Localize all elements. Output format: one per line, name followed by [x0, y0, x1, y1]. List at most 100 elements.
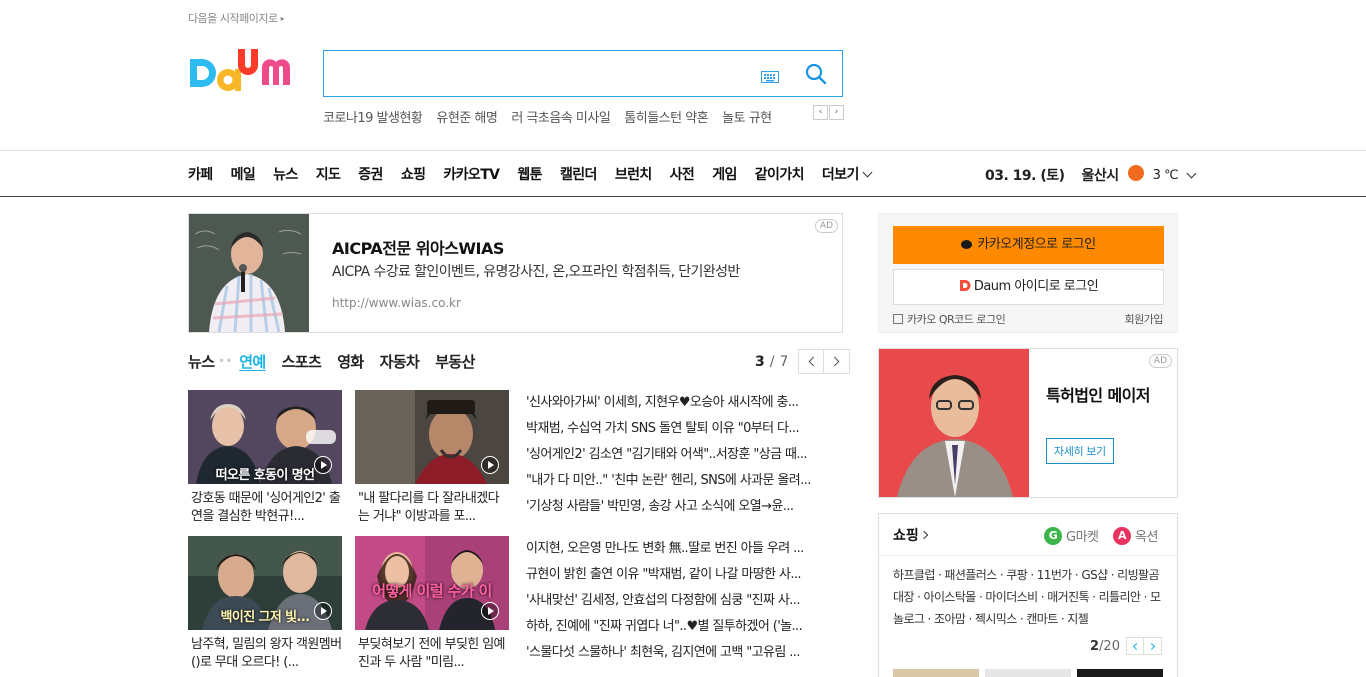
- side-ad-detail-button[interactable]: 자세히 보기: [1046, 438, 1114, 464]
- chevron-left-icon: [1132, 642, 1141, 651]
- nav-cafe[interactable]: 카페: [188, 164, 213, 184]
- nav-kakaotv[interactable]: 카카오TV: [443, 164, 500, 184]
- keyboard-icon[interactable]: [761, 68, 779, 83]
- chevron-right-icon: [829, 356, 840, 367]
- shopping-box: 쇼핑 G G마켓 A 옥션 하프클럽 · 패션플러스 · 쿠팡 · 11번가 · G…: [878, 513, 1178, 677]
- shopping-title: 쇼핑: [893, 528, 919, 544]
- nav-dictionary[interactable]: 사전: [670, 164, 695, 184]
- chevron-down-icon: [1186, 168, 1197, 178]
- service-nav: 카페 메일 뉴스 지도 증권 쇼핑 카카오TV 웹툰 캘린더 브런치 사전 게임…: [188, 164, 873, 184]
- tab-realestate[interactable]: 부동산: [435, 351, 475, 372]
- nav-webtoon[interactable]: 웹툰: [517, 164, 542, 184]
- news-card[interactable]: "내 팔다리를 다 잘라내겠다는 거냐" 이방과를 포...: [355, 390, 509, 526]
- tab-news[interactable]: 뉴스: [188, 351, 215, 372]
- headline-list: '신사와아가씨' 이세희, 지현우♥오승아 새시작에 충... 박재범, 수십억…: [526, 394, 841, 524]
- tab-movie[interactable]: 영화: [337, 351, 364, 372]
- set-start-page-label: 다음을 시작페이지로: [188, 12, 278, 25]
- trend-navigation: ‹ ›: [812, 105, 844, 120]
- nav-more[interactable]: 더보기: [821, 164, 873, 184]
- ad-title: AICPA전문 위아스WIAS: [332, 239, 504, 258]
- news-thumbnail: [355, 390, 509, 484]
- page-separator: /: [769, 353, 775, 370]
- triangle-right-icon: ▸: [280, 14, 285, 23]
- trend-prev-button[interactable]: ‹: [813, 105, 828, 120]
- shopping-prev-button[interactable]: [1125, 637, 1144, 655]
- ad-thumbnail: [189, 214, 309, 332]
- tab-car[interactable]: 자동차: [380, 351, 420, 372]
- news-card[interactable]: 떠오른 호동이 명언 강호동 때문에 '싱어게인2' 출연을 결심한 박현규!.…: [188, 390, 342, 526]
- news-card[interactable]: 백이진 그저 빛... 남주혁, 밀림의 왕자 객원멤버()로 무대 오르다! …: [188, 536, 342, 672]
- news-caption: "내 팔다리를 다 잘라내겠다는 거냐" 이방과를 포...: [358, 491, 500, 524]
- headline-item[interactable]: 규현이 밝힌 출연 이유 "박재범, 같이 나갈 마땅한 사...: [526, 566, 841, 592]
- nav-shopping[interactable]: 쇼핑: [401, 164, 426, 184]
- ad-url: http://www.wias.co.kr: [332, 296, 461, 310]
- nav-news[interactable]: 뉴스: [273, 164, 298, 184]
- chevron-down-icon: [862, 167, 873, 178]
- gmarket-link[interactable]: G G마켓: [1044, 526, 1099, 545]
- headline-item[interactable]: '사내맞선' 김세정, 안효섭의 다정함에 심쿵 "진짜 사...: [526, 592, 841, 618]
- nav-stock[interactable]: 증권: [358, 164, 383, 184]
- nav-brunch[interactable]: 브런치: [615, 164, 652, 184]
- qr-login-link[interactable]: 카카오 QR코드 로그인: [893, 311, 1006, 327]
- ad-description: AICPA 수강료 할인이벤트, 유명강사진, 온,오프라인 학점취득, 단기완…: [332, 264, 740, 280]
- play-icon: [481, 456, 499, 474]
- news-card[interactable]: 어떻게 이럴 수가 이 부딪혀보기 전에 부딪힌 임예진과 두 사람 "미림..…: [355, 536, 509, 672]
- trend-keyword[interactable]: 유현준 해명: [436, 107, 497, 126]
- trend-keyword[interactable]: 놀토 규현: [722, 107, 772, 126]
- headline-list: 이지현, 오은영 만나도 변화 無..딸로 번진 아들 우려 ... 규현이 밝…: [526, 540, 841, 670]
- daum-login-button[interactable]: Daum 아이디로 로그인: [893, 269, 1164, 305]
- nav-mail[interactable]: 메일: [231, 164, 256, 184]
- nav-more-label: 더보기: [821, 167, 859, 183]
- nav-map[interactable]: 지도: [316, 164, 341, 184]
- nav-calendar[interactable]: 캘린더: [560, 164, 597, 184]
- gnb-top-divider: [0, 150, 1366, 151]
- auction-link[interactable]: A 옥션: [1113, 526, 1158, 545]
- weather-widget[interactable]: 03. 19. (토) 울산시 3 ℃: [985, 164, 1197, 186]
- shopping-links[interactable]: 하프클럽 · 패션플러스 · 쿠팡 · 11번가 · GS샵 · 리빙팔곰대장 …: [893, 564, 1167, 630]
- auction-label: 옥션: [1135, 530, 1158, 545]
- set-start-page-link[interactable]: 다음을 시작페이지로 ▸: [188, 10, 285, 26]
- search-icon[interactable]: [805, 63, 827, 85]
- chevron-right-icon: [919, 530, 929, 540]
- ad-badge[interactable]: AD: [1148, 354, 1172, 368]
- shopping-pager: 2 /20: [1090, 637, 1162, 655]
- ad-badge[interactable]: AD: [814, 219, 838, 233]
- tab-sports[interactable]: 스포츠: [282, 351, 322, 372]
- trend-keyword[interactable]: 러 극초음속 미사일: [511, 107, 610, 126]
- kakao-login-button[interactable]: 카카오계정으로 로그인: [893, 226, 1164, 264]
- news-prev-button[interactable]: [798, 349, 825, 374]
- shopping-next-button[interactable]: [1143, 637, 1162, 655]
- side-ad[interactable]: 특허법인 메이저 자세히 보기 AD: [878, 348, 1178, 498]
- search-box: [323, 50, 843, 97]
- shopping-item-thumbnail[interactable]: [985, 669, 1071, 677]
- headline-item[interactable]: '기상청 사람들' 박민영, 송강 사고 소식에 오열→윤...: [526, 498, 841, 524]
- headline-item[interactable]: 박재범, 수십억 가치 SNS 돌연 탈퇴 이유 "0부터 다...: [526, 420, 841, 446]
- signup-link[interactable]: 회원가입: [1125, 311, 1164, 327]
- tab-entertainment[interactable]: 연예: [239, 351, 266, 372]
- shopping-item-thumbnail[interactable]: [893, 669, 979, 677]
- news-thumbnail: 떠오른 호동이 명언: [188, 390, 342, 484]
- ad-banner[interactable]: AICPA전문 위아스WIAS AICPA 수강료 할인이벤트, 유명강사진, …: [188, 213, 843, 333]
- headline-item[interactable]: '싱어게인2' 김소연 "김기태와 어색"..서장훈 "상금 때...: [526, 446, 841, 472]
- news-caption: 남주혁, 밀림의 왕자 객원멤버()로 무대 오르다! (...: [191, 637, 342, 670]
- trend-next-button[interactable]: ›: [829, 105, 844, 120]
- nav-together[interactable]: 같이가치: [755, 164, 805, 184]
- shopping-title-link[interactable]: 쇼핑: [893, 525, 929, 545]
- daum-logo[interactable]: [188, 47, 306, 99]
- nav-game[interactable]: 게임: [712, 164, 737, 184]
- chevron-left-icon: [808, 356, 819, 367]
- trend-keyword[interactable]: 톰히들스턴 약혼: [624, 107, 708, 126]
- login-box: 카카오계정으로 로그인 Daum 아이디로 로그인 카카오 QR코드 로그인 회…: [878, 213, 1178, 333]
- news-next-button[interactable]: [824, 349, 851, 374]
- headline-item[interactable]: 이지현, 오은영 만나도 변화 無..딸로 번진 아들 우려 ...: [526, 540, 841, 566]
- chevron-right-icon: [1147, 642, 1156, 651]
- gmarket-logo-icon: G: [1044, 526, 1062, 545]
- headline-item[interactable]: "내가 다 미안.." '친中 논란' 헨리, SNS에 사과문 올려...: [526, 472, 841, 498]
- search-input[interactable]: [336, 59, 756, 89]
- headline-item[interactable]: '스물다섯 스물하나' 최현욱, 김지연에 고백 "고유림 ...: [526, 644, 841, 670]
- shopping-item-thumbnail[interactable]: [1077, 669, 1163, 677]
- headline-item[interactable]: 하하, 진예에 "진짜 귀엽다 너"..♥별 질투하겠어 ('놀...: [526, 618, 841, 644]
- weather-city: 울산시: [1081, 168, 1120, 184]
- headline-item[interactable]: '신사와아가씨' 이세희, 지현우♥오승아 새시작에 충...: [526, 394, 841, 420]
- trend-keyword[interactable]: 코로나19 발생현황: [323, 107, 423, 126]
